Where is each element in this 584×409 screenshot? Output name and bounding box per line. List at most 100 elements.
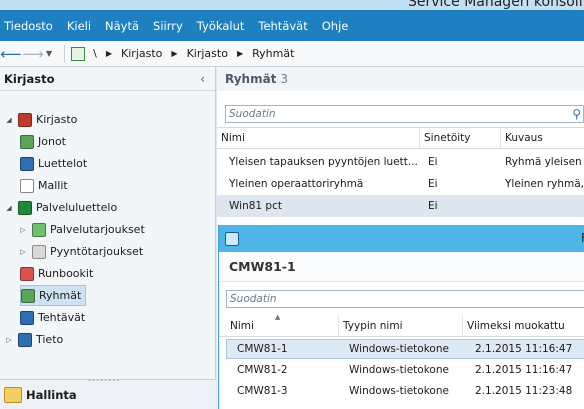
tree-item-tieto[interactable]: ▷ Tieto [4,329,63,350]
tree-item-runbookit[interactable]: Runbookit [20,263,93,284]
collapse-pane-icon[interactable]: ‹ [200,72,205,86]
menu-ohje[interactable]: Ohje [322,19,349,33]
console-icon [71,46,86,61]
cell-last-modified: 2.1.2015 11:16:47 [475,343,573,355]
wunderbar-label: Hallinta [26,387,77,402]
menu-nayta[interactable]: Näytä [105,19,139,33]
dialog-filter-input[interactable]: Suodatin [226,290,584,308]
expander-icon[interactable]: ◢ [4,116,14,124]
breadcrumb-arrow-icon[interactable]: ▶ [237,49,243,58]
dialog-titlebar[interactable]: F [219,225,584,252]
menu-tiedosto[interactable]: Tiedosto [4,19,53,33]
item-count: 3 [280,72,289,86]
divider [64,44,66,63]
view-header: Ryhmät 3 [217,67,584,91]
menu-tehtavat[interactable]: Tehtävät [258,19,307,33]
window-title: Service Manageri konsoli [408,0,583,10]
tree-item-tehtävät[interactable]: Tehtävät [20,307,85,328]
tree-item-palvelutarjoukset[interactable]: ▷ Palvelutarjoukset [18,219,145,240]
tree-item-label: Luettelot [38,157,88,170]
forward-arrow-icon[interactable]: ⟶ [22,43,44,65]
cell-name: CMW81-1 [237,343,288,355]
column-header-sealed[interactable]: Sinetöity [420,128,501,148]
table-row-selected[interactable]: CMW81-1 Windows-tietokone 2.1.2015 11:16… [226,339,584,359]
tree-item-label: Tieto [36,333,64,346]
navigation-bar: ⟵ ⟶ ▼ \ ▶ Kirjasto ▶ Kirjasto ▶ Ryhmät [0,41,584,67]
breadcrumb-arrow-icon[interactable]: ▶ [171,49,177,58]
table-row[interactable]: CMW81-2 Windows-tietokone 2.1.2015 11:16… [226,360,584,380]
runbook-icon [20,266,34,281]
dialog-heading: CMW81-1 [219,252,584,282]
cell-last-modified: 2.1.2015 11:23:48 [475,385,573,397]
tree-item-jonot[interactable]: Jonot [20,131,66,152]
window-titlebar: Service Manageri konsoli [0,0,584,10]
breadcrumb-root[interactable]: \ [93,47,97,60]
column-header-type-name[interactable]: Tyypin nimi [339,315,463,336]
column-header-name[interactable]: Nimi [217,128,420,148]
filter-input[interactable]: Suodatin ⚲ [225,105,584,123]
template-icon [20,178,34,193]
navigation-pane-title: Kirjasto [4,71,55,86]
tree-item-label: Pyyntötarjoukset [50,245,144,258]
table-row[interactable]: CMW81-3 Windows-tietokone 2.1.2015 11:23… [226,381,584,401]
wunderbar-administration[interactable]: ........ Hallinta [0,374,216,409]
expander-icon[interactable]: ▷ [18,226,28,234]
groups-icon [21,288,35,303]
cell-name: Yleisen tapauksen pyyntöjen luett... [229,156,418,168]
breadcrumb-item[interactable]: Kirjasto [121,47,162,60]
breadcrumb-item-current[interactable]: Ryhmät [252,47,294,60]
column-header-description[interactable]: Kuvaus [501,128,584,148]
tree-item-kirjasto[interactable]: ◢ Kirjasto [4,109,77,130]
cell-type-name: Windows-tietokone [349,364,449,376]
menu-tyokalut[interactable]: Työkalut [197,19,245,33]
table-row-selected[interactable]: Win81 pct Ei [217,195,584,217]
tree-item-label: Mallit [38,179,68,192]
form-icon [225,231,239,246]
service-offering-icon [32,222,46,237]
list-icon [20,156,34,171]
cell-sealed: Ei [428,178,438,190]
splitter-grip[interactable]: ........ [88,374,120,383]
request-offering-icon [32,244,46,259]
tree-item-luettelot[interactable]: Luettelot [20,153,87,174]
expander-icon[interactable]: ◢ [4,204,14,212]
tree-item-mallit[interactable]: Mallit [20,175,68,196]
cell-sealed: Ei [428,156,438,168]
table-row[interactable]: Yleisen tapauksen pyyntöjen luett... Ei … [217,151,584,173]
tree-item-palveluluettelo[interactable]: ◢ Palveluluettelo [4,197,117,218]
expander-icon[interactable]: ▷ [4,336,14,344]
breadcrumb-arrow-icon[interactable]: ▶ [106,49,112,58]
breadcrumb-item[interactable]: Kirjasto [187,47,228,60]
tree-item-label: Palvelutarjoukset [50,223,145,236]
cell-name: CMW81-3 [237,385,288,397]
view-title: Ryhmät [225,72,277,86]
navigation-pane: Kirjasto ‹ ◢ Kirjasto Jonot Luettelot Mallit… [0,67,216,409]
column-header-name[interactable]: Nimi [226,315,339,336]
column-header-last-modified[interactable]: Viimeksi muokattu [463,315,584,336]
menu-kieli[interactable]: Kieli [67,19,91,33]
knowledge-icon [18,332,32,347]
expander-icon[interactable]: ▷ [18,248,28,256]
cell-description [501,195,584,217]
history-dropdown-icon[interactable]: ▼ [46,49,52,58]
library-icon [18,112,32,127]
filter-placeholder: Suodatin [229,108,276,120]
cell-name: Win81 pct [229,200,282,212]
back-arrow-icon[interactable]: ⟵ [0,43,22,65]
cell-name: Yleinen operaattoriryhmä [229,178,364,190]
queue-icon [20,134,34,149]
service-catalog-icon [18,200,32,215]
table-row[interactable]: Yleinen operaattoriryhmä Ei Yleinen ryhm… [217,173,584,195]
cell-sealed: Ei [428,200,438,212]
tree-item-label: Jonot [38,135,66,148]
tasks-icon [20,310,34,325]
tree-item-label: Tehtävät [38,311,86,324]
tree-item-label: Ryhmät [39,289,82,302]
tree-item-label: Runbookit [38,267,94,280]
search-icon[interactable]: ⚲ [572,107,581,121]
navigation-pane-header: Kirjasto ‹ [0,67,215,91]
tree-item-ryhmät[interactable]: Ryhmät [20,285,87,306]
tree-item-label: Kirjasto [36,113,78,126]
tree-item-pyyntötarjoukset[interactable]: ▷ Pyyntötarjoukset [18,241,143,262]
menu-siirry[interactable]: Siirry [153,19,183,33]
